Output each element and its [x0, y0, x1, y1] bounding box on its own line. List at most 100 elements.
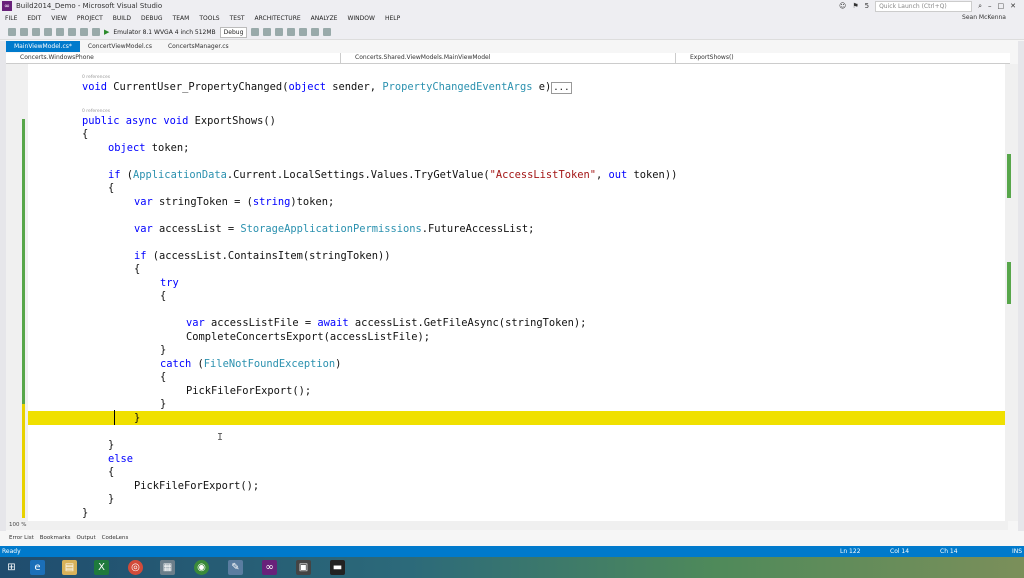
undo-icon[interactable] [80, 28, 88, 36]
notes-app-icon[interactable]: ✎ [228, 560, 243, 575]
maximize-icon[interactable]: □ [998, 2, 1005, 10]
visual-studio-taskbar-icon[interactable]: ∞ [262, 560, 277, 575]
app-icon[interactable]: ▦ [160, 560, 175, 575]
back-icon[interactable] [8, 28, 16, 36]
menu-architecture[interactable]: ARCHITECTURE [250, 15, 306, 22]
menu-edit[interactable]: EDIT [22, 15, 46, 22]
tab-output[interactable]: Output [74, 533, 99, 543]
close-icon[interactable]: ✕ [1010, 2, 1016, 10]
menu-file[interactable]: FILE [0, 15, 22, 22]
quick-launch-input[interactable]: Quick Launch (Ctrl+Q) [875, 0, 973, 12]
notification-flag-icon[interactable]: ⚑ [852, 2, 858, 10]
signed-in-user[interactable]: Sean McKenna [962, 14, 1006, 21]
app-window-icon[interactable]: ▣ [296, 560, 311, 575]
document-tabs: MainViewModel.cs* ConcertViewModel.cs Co… [6, 41, 237, 52]
feedback-icon[interactable]: ☺ [839, 2, 846, 10]
chrome-icon[interactable]: ◎ [128, 560, 143, 575]
command-prompt-icon[interactable]: ▬ [330, 560, 345, 575]
zoom-level[interactable]: 100 % [6, 521, 1008, 530]
code-line: CompleteConcertsExport(accessListFile); [186, 331, 430, 343]
start-debugging-icon[interactable]: ▶ [104, 28, 109, 36]
standard-toolbar: ▶ Emulator 8.1 WVGA 4 inch 512MB Debug [0, 25, 1024, 40]
comment-icon[interactable] [263, 28, 272, 36]
new-project-icon[interactable] [32, 28, 40, 36]
source-code[interactable]: 0 references void CurrentUser_PropertyCh… [6, 64, 1005, 521]
code-line: { [160, 290, 167, 302]
code-line: { [134, 263, 141, 275]
save-icon[interactable] [56, 28, 64, 36]
title-bar: ∞ Build2014_Demo - Microsoft Visual Stud… [0, 0, 1024, 12]
tab-codelens[interactable]: CodeLens [99, 533, 132, 543]
media-app-icon[interactable]: ◉ [194, 560, 209, 575]
excel-icon[interactable]: X [94, 560, 109, 575]
code-line: } [160, 344, 167, 356]
find-icon[interactable] [251, 28, 260, 36]
internet-explorer-icon[interactable]: e [30, 560, 45, 575]
uncomment-icon[interactable] [275, 28, 284, 36]
window-title: Build2014_Demo - Microsoft Visual Studio [16, 2, 163, 10]
code-line: { [160, 371, 167, 383]
run-target-dropdown[interactable]: Emulator 8.1 WVGA 4 inch 512MB [113, 29, 215, 36]
collapsed-region-button[interactable]: ... [551, 82, 572, 94]
code-line: { [108, 182, 115, 194]
tool-window-tabs: Error List Bookmarks Output CodeLens [6, 533, 131, 543]
tab-concertviewmodel[interactable]: ConcertViewModel.cs [80, 41, 160, 52]
status-column: Col 14 [890, 548, 910, 555]
configuration-dropdown[interactable]: Debug [219, 26, 248, 38]
minimize-icon[interactable]: – [988, 2, 992, 10]
menu-tools[interactable]: TOOLS [194, 15, 224, 22]
text-caret [114, 410, 115, 425]
redo-icon[interactable] [92, 28, 100, 36]
tab-error-list[interactable]: Error List [6, 533, 37, 543]
code-line: } [82, 507, 89, 519]
tab-bookmarks[interactable]: Bookmarks [37, 533, 74, 543]
scrollbar-change-marker [1007, 262, 1011, 304]
menu-project[interactable]: PROJECT [72, 15, 108, 22]
windows-start-icon[interactable]: ⊞ [4, 560, 19, 575]
bookmark-icon[interactable] [287, 28, 296, 36]
menu-analyze[interactable]: ANALYZE [306, 15, 343, 22]
codelens-references[interactable]: 0 references [82, 75, 110, 80]
type-dropdown[interactable]: Concerts.Shared.ViewModels.MainViewModel [341, 53, 676, 63]
code-line: } [134, 412, 141, 424]
project-dropdown[interactable]: Concerts.WindowsPhone [6, 53, 341, 63]
menu-window[interactable]: WINDOW [342, 15, 379, 22]
scrollbar-change-marker [1007, 154, 1011, 198]
menu-debug[interactable]: DEBUG [136, 15, 168, 22]
code-line: var stringToken = (string)token; [134, 196, 335, 208]
file-explorer-icon[interactable]: ▤ [62, 560, 77, 575]
tab-mainviewmodel[interactable]: MainViewModel.cs* [6, 41, 80, 52]
forward-icon[interactable] [20, 28, 28, 36]
menu-team[interactable]: TEAM [168, 15, 195, 22]
status-insert-mode: INS [1012, 548, 1023, 555]
navigation-bar: Concerts.WindowsPhone Concerts.Shared.Vi… [6, 53, 1010, 64]
code-line: { [82, 128, 89, 140]
menu-view[interactable]: VIEW [46, 15, 72, 22]
indent-icon[interactable] [311, 28, 320, 36]
code-line: PickFileForExport(); [186, 385, 312, 397]
code-line: if (accessList.ContainsItem(stringToken)… [134, 250, 391, 262]
code-line: { [108, 466, 115, 478]
code-line: } [108, 493, 115, 505]
tab-concertsmanager[interactable]: ConcertsManager.cs [160, 41, 237, 52]
outdent-icon[interactable] [323, 28, 332, 36]
mouse-ibeam-cursor-icon: I [217, 432, 224, 443]
code-line: else [108, 453, 134, 465]
save-all-icon[interactable] [68, 28, 76, 36]
menu-test[interactable]: TEST [225, 15, 250, 22]
status-text: Ready [2, 548, 21, 555]
code-line: try [160, 277, 179, 289]
member-dropdown[interactable]: ExportShows() [676, 53, 1010, 63]
code-line: var accessListFile = await accessList.Ge… [186, 317, 587, 329]
code-line: var accessList = StorageApplicationPermi… [134, 223, 535, 235]
codelens-references[interactable]: 0 references [82, 109, 110, 114]
right-tool-strip[interactable] [1018, 41, 1024, 531]
search-icon[interactable]: ⌕ [978, 2, 982, 11]
next-bookmark-icon[interactable] [299, 28, 308, 36]
menu-build[interactable]: BUILD [108, 15, 136, 22]
code-line: } [160, 398, 167, 410]
code-editor[interactable]: 0 references void CurrentUser_PropertyCh… [6, 64, 1005, 521]
code-line: catch (FileNotFoundException) [160, 358, 342, 370]
menu-help[interactable]: HELP [380, 15, 405, 22]
open-file-icon[interactable] [44, 28, 52, 36]
